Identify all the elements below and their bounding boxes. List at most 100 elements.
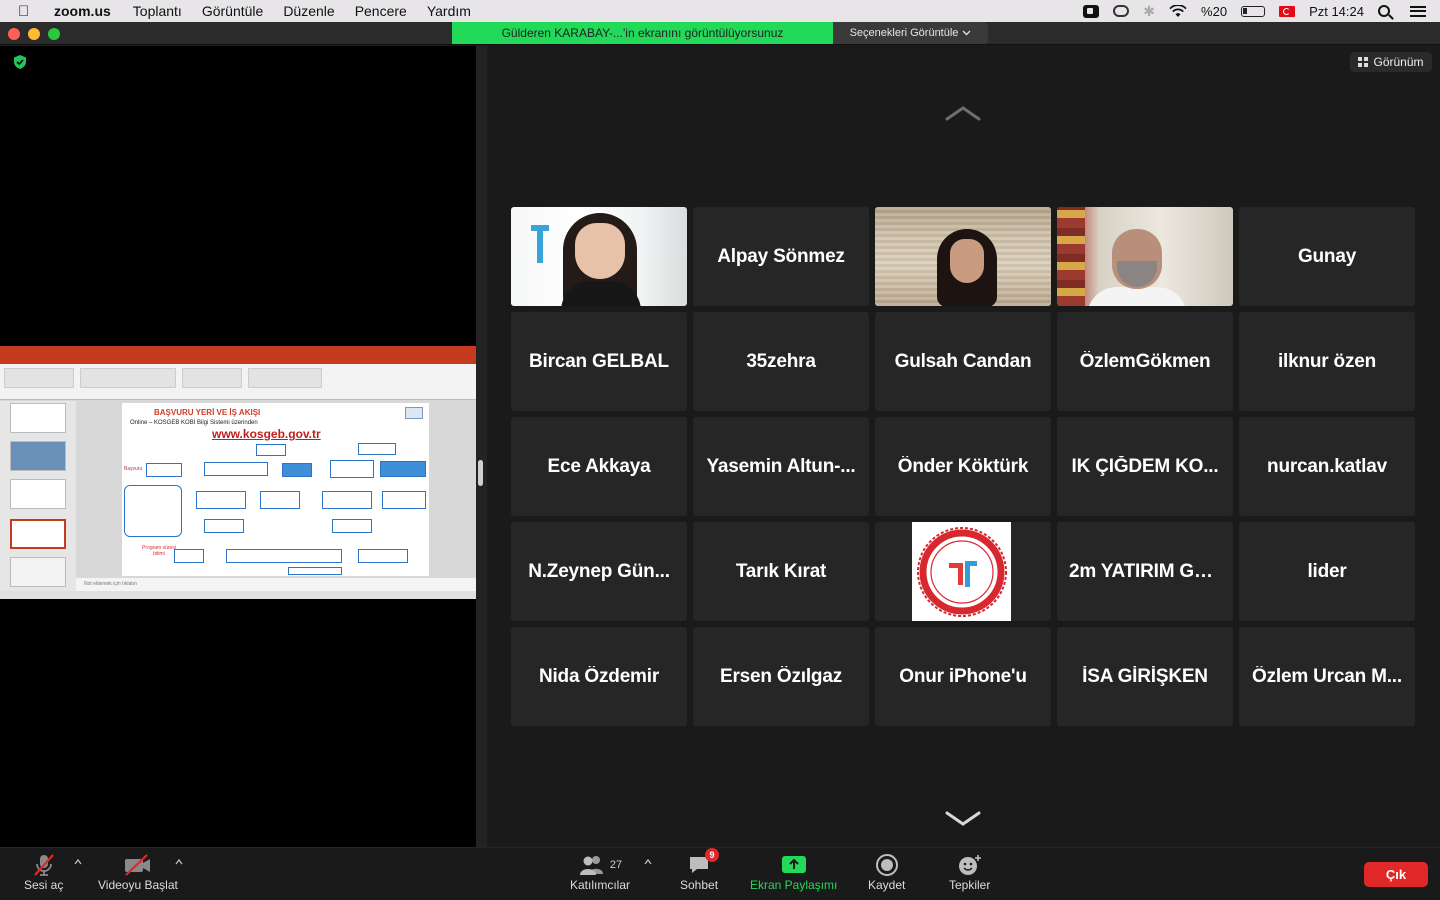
unmute-button[interactable]: Sesi aç xyxy=(24,852,63,892)
participant-tile[interactable]: Tarık Kırat xyxy=(693,522,869,621)
participant-tile[interactable]: 35zehra xyxy=(693,312,869,411)
apple-menu-icon[interactable]:  xyxy=(18,3,40,20)
participants-options-caret-icon[interactable] xyxy=(644,858,652,866)
close-window-button[interactable] xyxy=(8,28,20,40)
participant-name: Özlem Urcan M... xyxy=(1252,665,1402,687)
participant-name: ÖzlemGökmen xyxy=(1079,350,1211,372)
creative-cloud-icon[interactable] xyxy=(1113,5,1130,17)
unmute-label: Sesi aç xyxy=(24,878,64,892)
fullscreen-window-button[interactable] xyxy=(48,28,60,40)
participant-tile[interactable]: Onur iPhone'u xyxy=(875,627,1051,726)
participant-tile[interactable] xyxy=(875,207,1051,306)
participant-tile[interactable]: Özlem Urcan M... xyxy=(1239,627,1415,726)
ppt-current-slide: BAŞVURU YERİ VE İŞ AKIŞI Online – KOSGEB… xyxy=(122,403,429,576)
participant-tile[interactable]: Önder Köktürk xyxy=(875,417,1051,516)
view-options-label: Seçenekleri Görüntüle xyxy=(849,27,959,39)
participant-tile[interactable]: İSA GİRİŞKEN xyxy=(1057,627,1233,726)
participant-name: Nida Özdemir xyxy=(538,665,660,687)
security-shield-icon[interactable] xyxy=(12,54,28,70)
menu-meeting[interactable]: Toplantı xyxy=(133,3,182,19)
record-button[interactable]: Kaydet xyxy=(868,852,905,892)
gallery-next-page-icon[interactable] xyxy=(944,808,982,830)
minimize-window-button[interactable] xyxy=(28,28,40,40)
participant-tile[interactable]: Nida Özdemir xyxy=(511,627,687,726)
participant-profile-picture xyxy=(912,522,1011,621)
start-video-button[interactable]: Videoyu Başlat xyxy=(98,852,178,892)
reactions-smiley-icon xyxy=(958,855,981,875)
participant-name: İSA GİRİŞKEN xyxy=(1082,665,1208,687)
window-titlebar: Gülderen KARABAY-...'in ekranını görüntü… xyxy=(0,22,1440,45)
participant-tile[interactable] xyxy=(1057,207,1233,306)
participant-name: Gunay xyxy=(1297,245,1357,267)
exit-meeting-button[interactable]: Çık xyxy=(1364,862,1428,887)
start-video-label: Videoyu Başlat xyxy=(98,878,178,892)
kosgeb-wall-logo-icon xyxy=(531,225,549,263)
battery-percent: %20 xyxy=(1201,3,1228,19)
participant-name: Gulsah Candan xyxy=(894,350,1032,372)
menu-edit[interactable]: Düzenle xyxy=(283,3,334,19)
participant-tile[interactable]: Ersen Özılgaz xyxy=(693,627,869,726)
participant-video xyxy=(511,207,687,306)
participant-name: nurcan.katlav xyxy=(1267,455,1387,477)
battery-icon[interactable] xyxy=(1241,5,1266,17)
meeting-toolbar: Sesi aç Videoyu Başlat 27 Katılımcılar 9… xyxy=(0,847,1440,900)
participant-tile[interactable]: IK ÇIĞDEM KO... xyxy=(1057,417,1233,516)
split-divider xyxy=(476,46,487,847)
ppt-ribbon xyxy=(0,364,476,400)
participant-tile[interactable]: Alpay Sönmez xyxy=(693,207,869,306)
participant-count: 27 xyxy=(609,859,623,871)
participant-tile[interactable]: ilknur özen xyxy=(1239,312,1415,411)
menu-app-name[interactable]: zoom.us xyxy=(54,3,111,19)
menubar-clock[interactable]: Pzt 14:24 xyxy=(1309,4,1364,19)
spotlight-search-icon[interactable] xyxy=(1378,5,1390,17)
participant-name: Onur iPhone'u xyxy=(899,665,1027,687)
participant-tile[interactable]: 2m YATIRIM GA... xyxy=(1057,522,1233,621)
view-button[interactable]: Görünüm xyxy=(1350,52,1432,72)
participant-tile[interactable]: N.Zeynep Gün... xyxy=(511,522,687,621)
participant-tile[interactable]: Gulsah Candan xyxy=(875,312,1051,411)
participant-tile[interactable]: lider xyxy=(1239,522,1415,621)
participant-tile[interactable] xyxy=(511,207,687,306)
input-source-flag-icon[interactable] xyxy=(1279,5,1296,17)
ppt-titlebar xyxy=(0,346,476,356)
participant-tile[interactable]: Ece Akkaya xyxy=(511,417,687,516)
video-options-caret-icon[interactable] xyxy=(175,858,183,866)
chevron-down-icon xyxy=(962,30,971,36)
share-screen-button[interactable]: Ekran Paylaşımı xyxy=(750,852,837,892)
participant-name: Tarık Kırat xyxy=(735,560,827,582)
participant-tile[interactable]: Yasemin Altun-... xyxy=(693,417,869,516)
audio-options-caret-icon[interactable] xyxy=(74,858,82,866)
wifi-icon[interactable] xyxy=(1169,4,1187,18)
participants-button[interactable]: 27 Katılımcılar xyxy=(570,852,630,892)
zoom-status-icon[interactable] xyxy=(1083,4,1100,18)
reactions-button[interactable]: Tepkiler xyxy=(949,852,990,892)
participant-tile[interactable] xyxy=(875,522,1051,621)
share-screen-label: Ekran Paylaşımı xyxy=(750,878,838,892)
screen-share-banner: Gülderen KARABAY-...'in ekranını görüntü… xyxy=(452,22,833,44)
participants-icon xyxy=(579,856,603,875)
ppt-notes-pane[interactable]: Not eklemek için tıklatın xyxy=(76,578,476,591)
participant-tile[interactable]: Gunay xyxy=(1239,207,1415,306)
slide-start-label: Başvuru xyxy=(124,466,143,472)
participant-name: Yasemin Altun-... xyxy=(706,455,856,477)
bluetooth-icon[interactable]: ✱ xyxy=(1143,3,1155,20)
participant-name: N.Zeynep Gün... xyxy=(528,560,670,582)
gallery-prev-page-icon[interactable] xyxy=(944,102,982,124)
participant-video xyxy=(1057,207,1233,306)
split-resize-handle[interactable] xyxy=(478,460,483,486)
slide-url: www.kosgeb.gov.tr xyxy=(212,427,321,441)
slide-title: BAŞVURU YERİ VE İŞ AKIŞI xyxy=(154,408,261,417)
shared-powerpoint-window[interactable]: BAŞVURU YERİ VE İŞ AKIŞI Online – KOSGEB… xyxy=(0,346,476,599)
chat-button[interactable]: 9 Sohbet xyxy=(680,848,720,892)
ppt-ribbon-tabs xyxy=(0,356,476,364)
participant-tile[interactable]: Bircan GELBAL xyxy=(511,312,687,411)
menu-window[interactable]: Pencere xyxy=(355,3,407,19)
control-center-icon[interactable] xyxy=(1410,5,1426,17)
view-options-dropdown[interactable]: Seçenekleri Görüntüle xyxy=(833,22,988,44)
menu-view[interactable]: Görüntüle xyxy=(202,3,263,19)
menu-help[interactable]: Yardım xyxy=(427,3,471,19)
participants-label: Katılımcılar xyxy=(570,878,631,892)
participant-tile[interactable]: nurcan.katlav xyxy=(1239,417,1415,516)
participant-tile[interactable]: ÖzlemGökmen xyxy=(1057,312,1233,411)
slide-online-text: Online – KOSGEB KOBİ Bilgi Sistemi üzeri… xyxy=(130,420,258,426)
